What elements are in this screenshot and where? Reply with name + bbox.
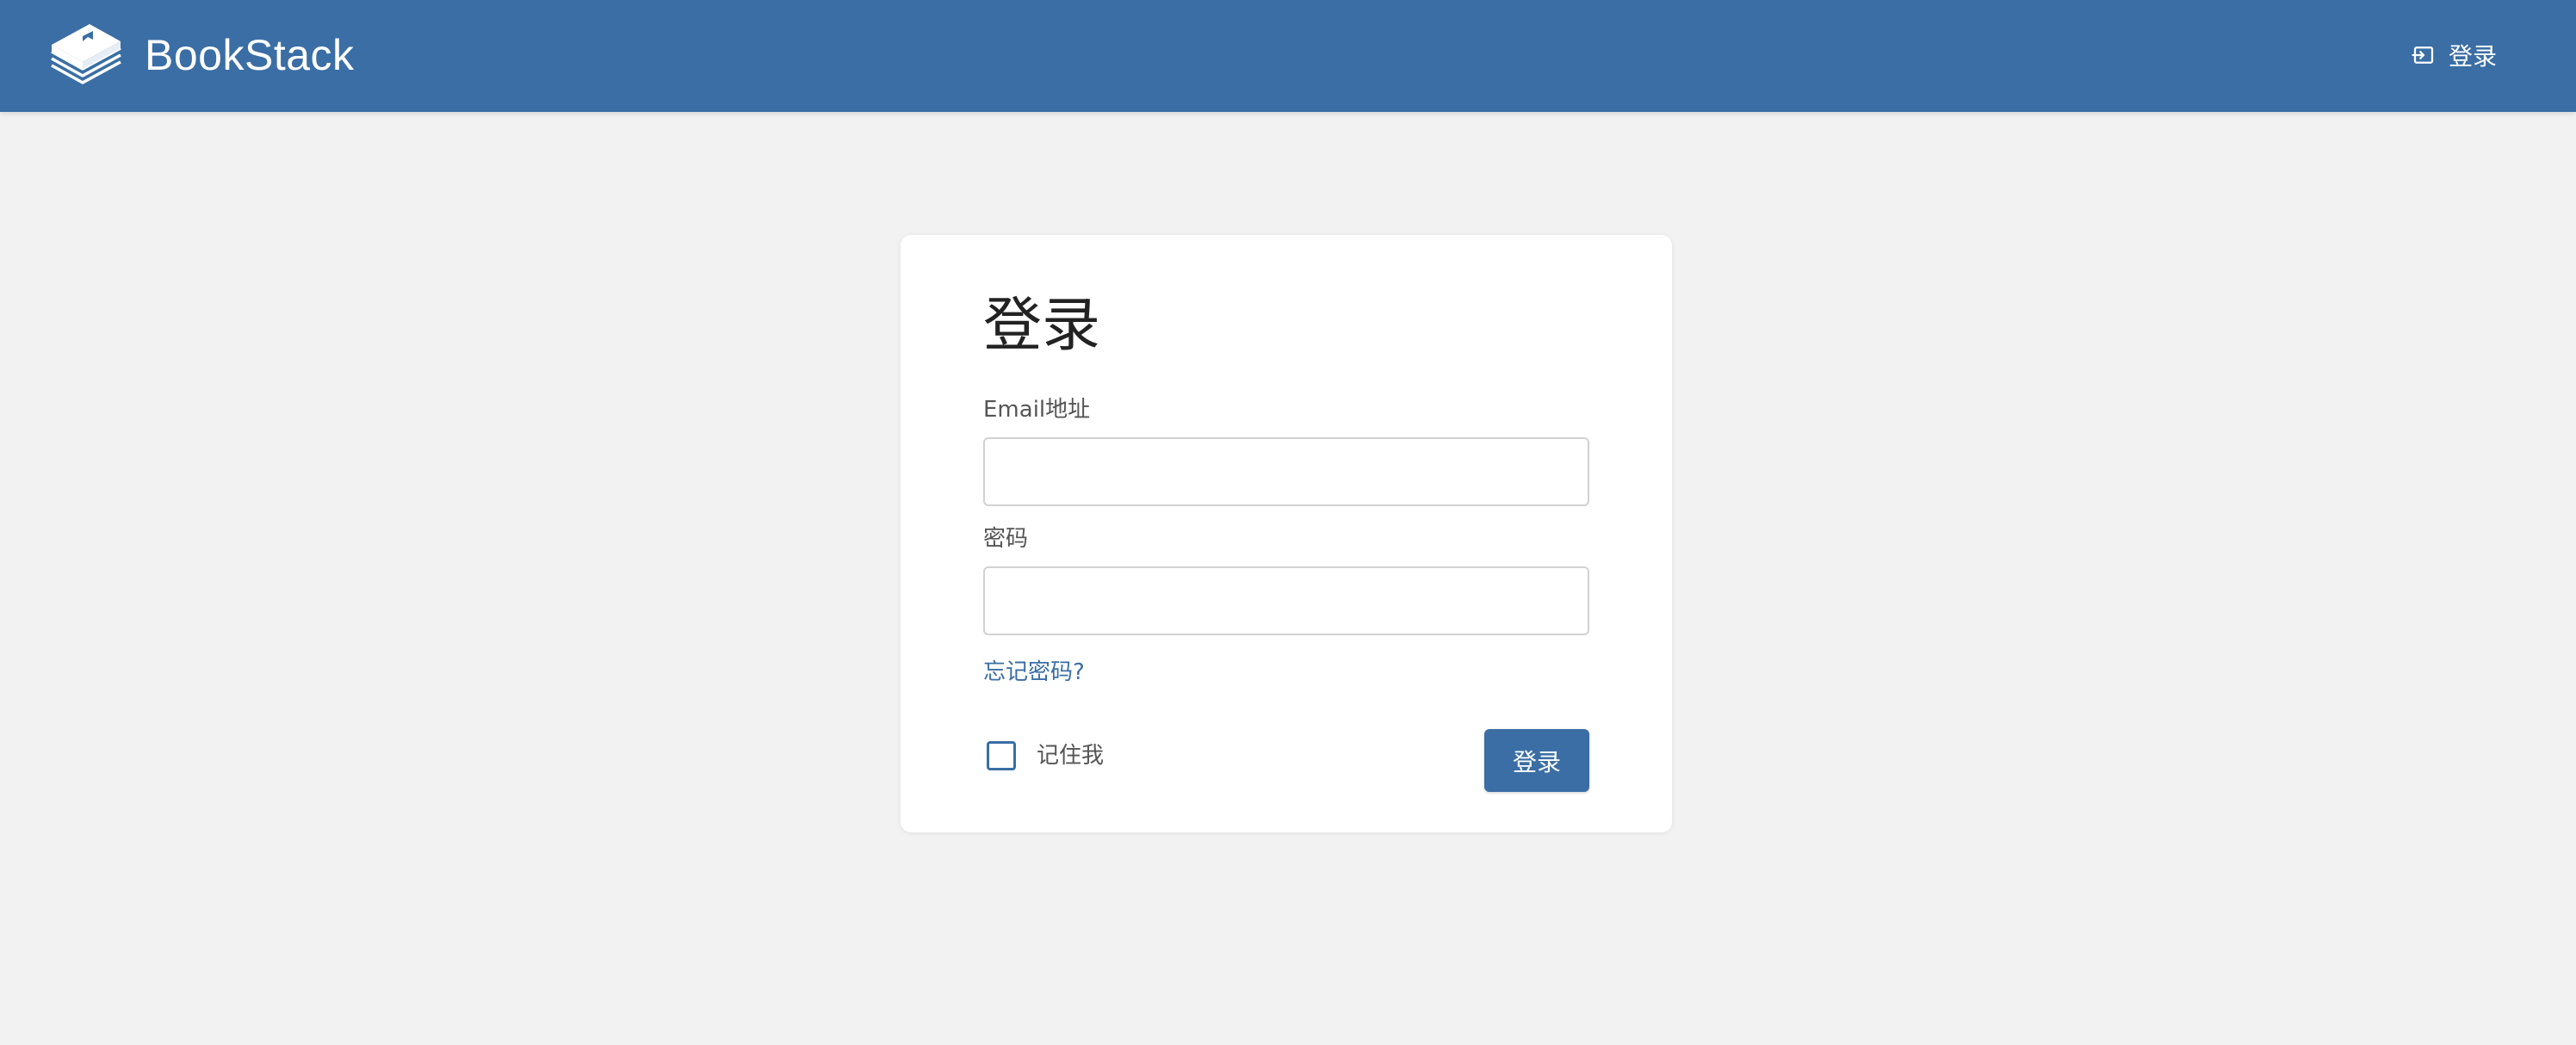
email-field[interactable] bbox=[983, 437, 1589, 506]
bookstack-logo-icon[interactable] bbox=[48, 19, 124, 90]
brand-name[interactable]: BookStack bbox=[145, 26, 355, 84]
header-login-label: 登录 bbox=[2448, 42, 2497, 71]
remember-me-toggle[interactable]: 记住我 bbox=[987, 741, 1104, 770]
password-label: 密码 bbox=[983, 526, 1029, 552]
remember-me-checkbox[interactable] bbox=[987, 741, 1016, 770]
forgot-password-link[interactable]: 忘记密码? bbox=[983, 657, 1085, 688]
remember-me-label: 记住我 bbox=[1037, 743, 1105, 769]
login-button[interactable]: 登录 bbox=[1484, 729, 1589, 792]
page-title: 登录 bbox=[983, 292, 1101, 360]
password-field[interactable] bbox=[983, 566, 1589, 635]
email-label: Email地址 bbox=[983, 397, 1091, 423]
login-icon bbox=[2412, 46, 2434, 64]
header-login-link[interactable]: 登录 bbox=[2411, 34, 2497, 76]
top-header-bar: BookStack 登录 bbox=[0, 0, 2576, 112]
login-card: 登录 Email地址 密码 忘记密码? 记住我 登录 bbox=[901, 235, 1672, 832]
